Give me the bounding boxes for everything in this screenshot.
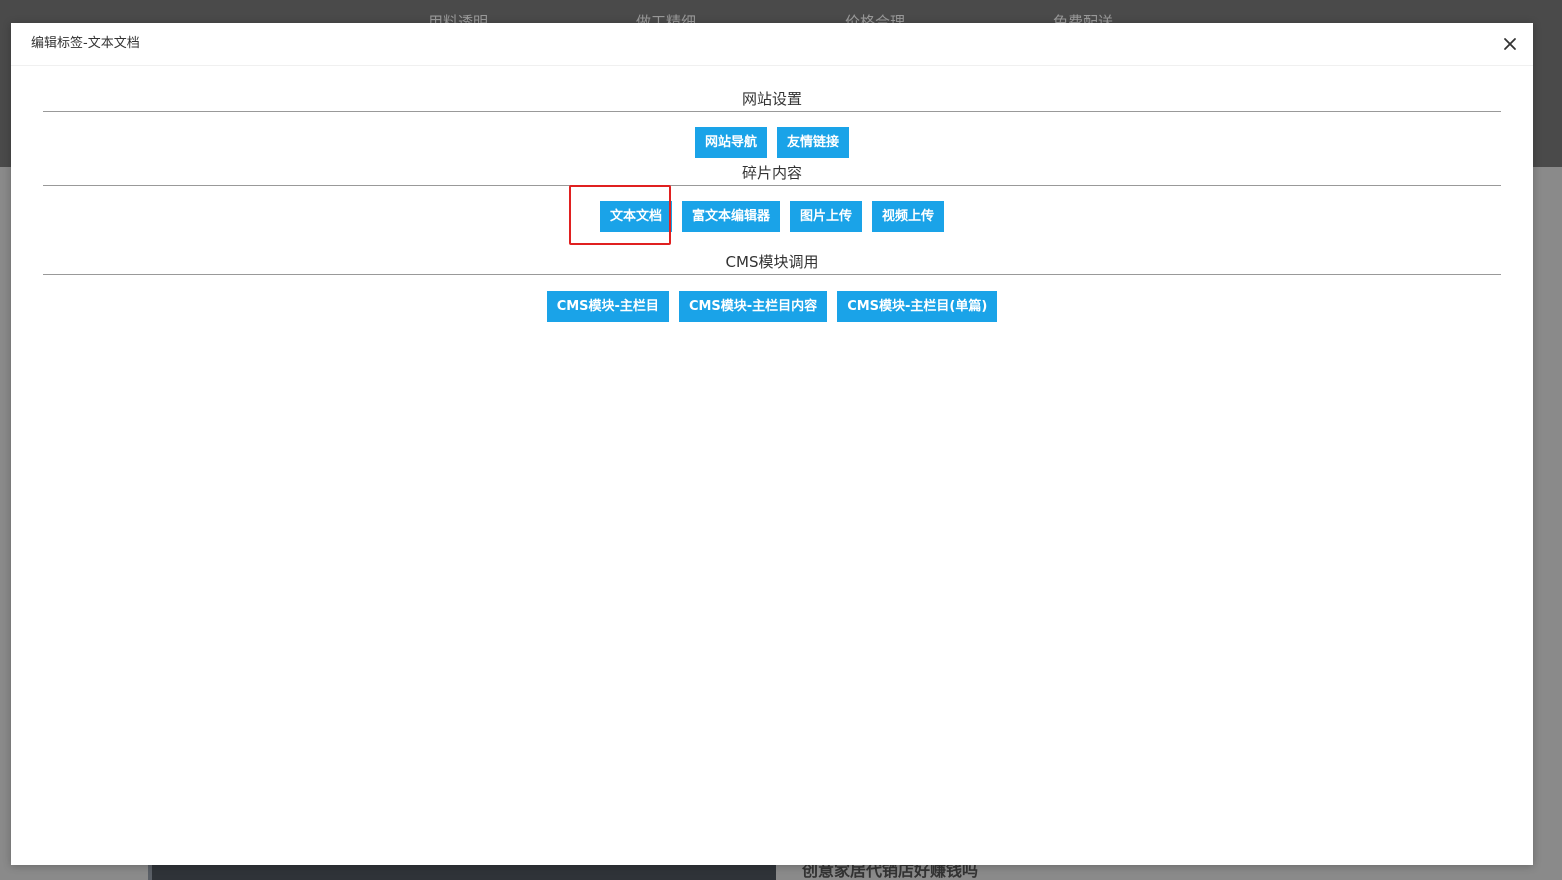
cms-main-column-button[interactable]: CMS模块-主栏目 [546,291,669,322]
video-upload-button[interactable]: 视频上传 [872,201,945,232]
button-row: 文本文档 富文本编辑器 图片上传 视频上传 [43,201,1501,232]
cms-main-column-content-button[interactable]: CMS模块-主栏目内容 [678,291,828,322]
selection-highlight [569,185,671,245]
edit-tag-dialog: 编辑标签-文本文档 网站设置 网站导航 友情链接 碎片内容 文本文档 富文本编辑… [11,23,1533,865]
dialog-header: 编辑标签-文本文档 [11,23,1533,66]
cms-main-column-single-button[interactable]: CMS模块-主栏目(单篇) [837,291,998,322]
section-title: CMS模块调用 [43,252,1501,275]
rich-text-editor-button[interactable]: 富文本编辑器 [681,201,780,232]
button-row: CMS模块-主栏目 CMS模块-主栏目内容 CMS模块-主栏目(单篇) [43,291,1501,322]
section-site-settings: 网站设置 网站导航 友情链接 [43,89,1501,158]
image-upload-button[interactable]: 图片上传 [790,201,863,232]
section-title: 网站设置 [43,89,1501,112]
site-navigation-button[interactable]: 网站导航 [694,127,767,158]
button-row: 网站导航 友情链接 [43,127,1501,158]
friend-links-button[interactable]: 友情链接 [777,127,850,158]
section-fragment-content: 碎片内容 文本文档 富文本编辑器 图片上传 视频上传 [43,163,1501,232]
close-icon[interactable] [1501,35,1519,53]
section-title: 碎片内容 [43,163,1501,186]
dialog-title: 编辑标签-文本文档 [31,36,140,51]
section-cms-modules: CMS模块调用 CMS模块-主栏目 CMS模块-主栏目内容 CMS模块-主栏目(… [43,252,1501,322]
